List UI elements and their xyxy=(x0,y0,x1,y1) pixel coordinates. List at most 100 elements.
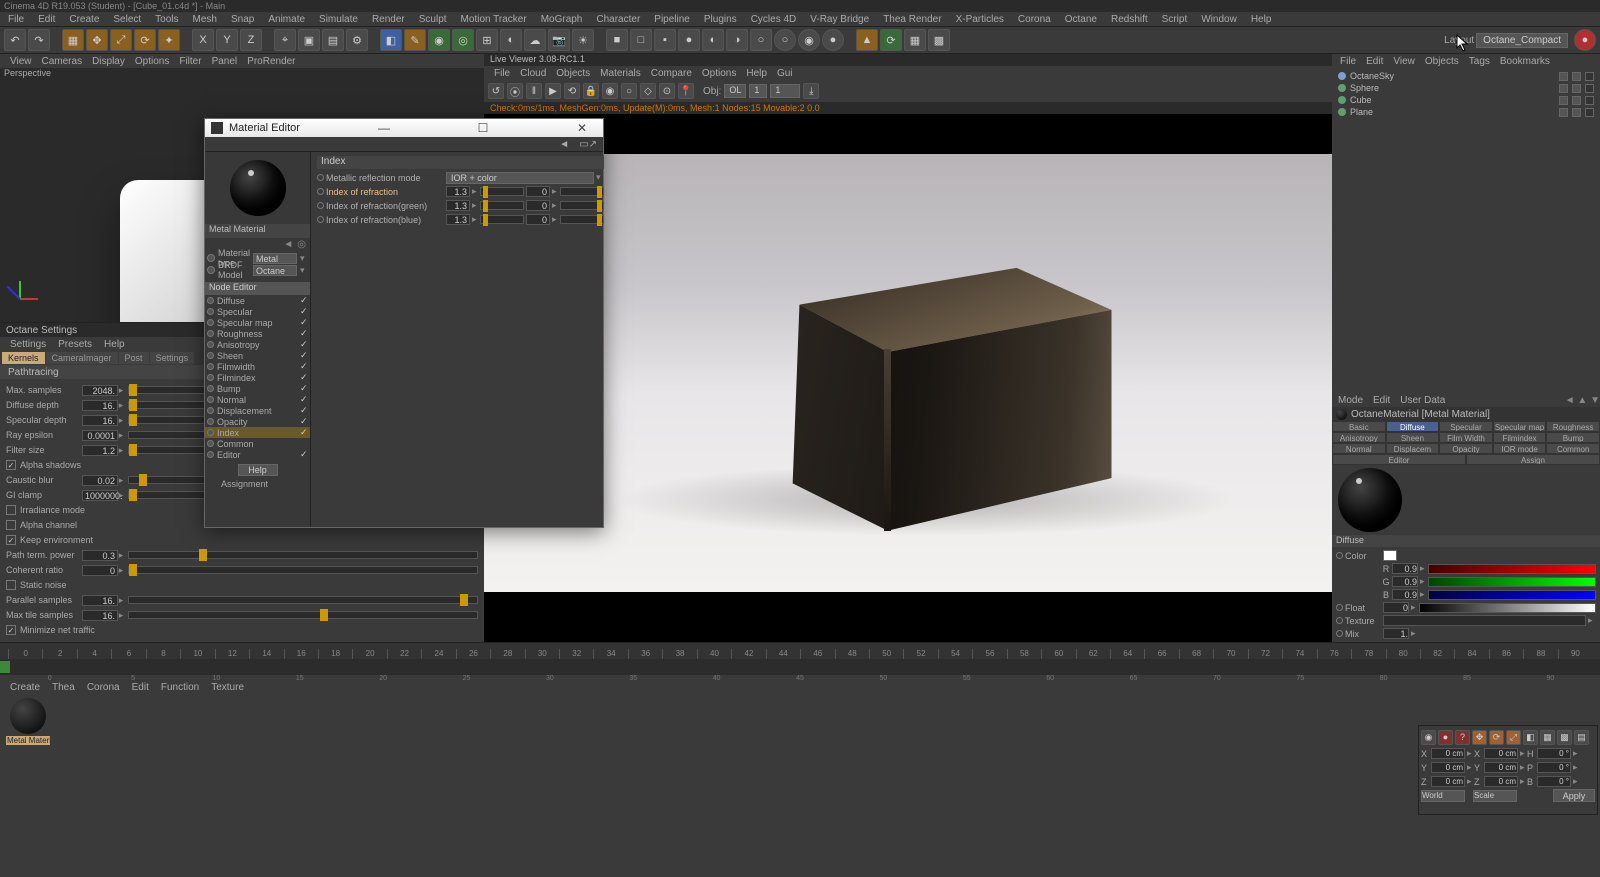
tb-f-icon[interactable]: ◑ xyxy=(726,29,748,51)
apply-button[interactable]: Apply xyxy=(1553,789,1595,802)
menu-edit[interactable]: Edit xyxy=(38,14,55,25)
minimize-button[interactable]: — xyxy=(369,121,399,135)
lv-restart-icon[interactable]: ↺ xyxy=(488,83,504,99)
botmenu-texture[interactable]: Texture xyxy=(211,682,244,693)
render-viewport[interactable] xyxy=(484,114,1332,642)
menu-thea-render[interactable]: Thea Render xyxy=(883,14,941,25)
channel-roughness[interactable]: Roughness✓ xyxy=(205,328,310,339)
texture-slot[interactable] xyxy=(1383,615,1586,626)
coord-val[interactable]: 0 ° xyxy=(1537,776,1571,787)
lvmenu-cloud[interactable]: Cloud xyxy=(520,68,546,79)
material-editor-titlebar[interactable]: Material Editor — ☐ ✕ xyxy=(205,119,603,137)
record-icon[interactable]: ● xyxy=(1574,29,1596,51)
spinner-icon[interactable]: ▸ xyxy=(118,595,124,606)
material-name-label[interactable]: Metal Material xyxy=(205,224,310,238)
obj-tag-icon[interactable] xyxy=(1585,84,1594,93)
menu-snap[interactable]: Snap xyxy=(231,14,254,25)
coord-val[interactable]: 0 ° xyxy=(1537,762,1571,773)
channel-index[interactable]: Index✓ xyxy=(205,427,310,438)
setting-value[interactable]: 16. xyxy=(82,595,118,606)
ior-value2[interactable]: 0 xyxy=(526,214,550,225)
ior-slider-b[interactable] xyxy=(560,201,604,210)
nav-ext-icon[interactable]: ▭↗ xyxy=(579,139,597,150)
redo-icon[interactable]: ↷ xyxy=(28,29,50,51)
tb-i-icon[interactable]: ◉ xyxy=(798,29,820,51)
octtab-cameraimager[interactable]: CameraImager xyxy=(46,352,118,364)
lvmenu-options[interactable]: Options xyxy=(702,68,736,79)
setting-slider[interactable] xyxy=(128,551,478,559)
checkbox[interactable] xyxy=(6,520,16,530)
render-settings-icon[interactable]: ⚙ xyxy=(346,29,368,51)
rgb-value[interactable]: 0.9 xyxy=(1392,589,1418,600)
menu-animate[interactable]: Animate xyxy=(268,14,305,25)
cm10-icon[interactable]: ▤ xyxy=(1574,730,1589,745)
close-button[interactable]: ✕ xyxy=(567,121,597,135)
coord-system-icon[interactable]: ⌖ xyxy=(274,29,296,51)
ior-value[interactable]: 1.3 xyxy=(446,200,470,211)
spinner-icon[interactable]: ▸ xyxy=(118,400,124,411)
ior-slider-b[interactable] xyxy=(560,215,604,224)
menu-octane[interactable]: Octane xyxy=(1065,14,1097,25)
spinner-icon[interactable]: ▸ xyxy=(118,475,124,486)
lvmenu-materials[interactable]: Materials xyxy=(600,68,641,79)
attrtab-basic[interactable]: Basic xyxy=(1332,421,1386,432)
attrtab-specular[interactable]: Specular xyxy=(1439,421,1493,432)
lv-save-icon[interactable]: ⤓ xyxy=(803,83,819,99)
undo-icon[interactable]: ↶ xyxy=(4,29,26,51)
node-editor-button[interactable]: Node Editor xyxy=(205,282,310,295)
timeline[interactable]: 0246810121416182022242628303234363840424… xyxy=(0,642,1600,680)
cm6-icon[interactable]: ⤢ xyxy=(1506,730,1521,745)
channel-filmindex[interactable]: Filmindex✓ xyxy=(205,372,310,383)
coord-val[interactable]: 0 cm xyxy=(1484,762,1518,773)
attrtab-bump[interactable]: Bump xyxy=(1546,432,1600,443)
setting-slider[interactable] xyxy=(128,611,478,619)
nav-back-icon[interactable]: ◄ xyxy=(559,139,569,150)
menu-mograph[interactable]: MoGraph xyxy=(541,14,583,25)
vpmenu-panel[interactable]: Panel xyxy=(212,56,238,67)
playhead[interactable] xyxy=(0,661,10,673)
cm3-icon[interactable]: ? xyxy=(1455,730,1470,745)
material-shelf-item[interactable]: Metal Material xyxy=(6,698,50,745)
lvmenu-file[interactable]: File xyxy=(494,68,510,79)
menu-character[interactable]: Character xyxy=(596,14,640,25)
obj-tag-icon[interactable] xyxy=(1585,108,1594,117)
ior-value[interactable]: 1.3 xyxy=(446,214,470,225)
cm2-icon[interactable]: ● xyxy=(1438,730,1453,745)
ior-value2[interactable]: 0 xyxy=(526,186,550,197)
vpmenu-filter[interactable]: Filter xyxy=(179,56,201,67)
vpmenu-cameras[interactable]: Cameras xyxy=(42,56,83,67)
channel-normal[interactable]: Normal✓ xyxy=(205,394,310,405)
vis-tag2-icon[interactable] xyxy=(1572,96,1581,105)
cm5-icon[interactable]: ⟳ xyxy=(1489,730,1504,745)
lvmenu-help[interactable]: Help xyxy=(746,68,767,79)
rgb-slider[interactable] xyxy=(1428,564,1596,574)
setting-value[interactable]: 1000000. xyxy=(82,490,118,501)
move-icon[interactable]: ✥ xyxy=(86,29,108,51)
attrtab-normal[interactable]: Normal xyxy=(1332,443,1386,454)
timeline-ruler[interactable]: 0246810121416182022242628303234363840424… xyxy=(0,643,1600,659)
attrtab-roughness[interactable]: Roughness xyxy=(1546,421,1600,432)
reflection-mode-select[interactable]: IOR + color xyxy=(446,172,594,184)
z-axis-icon[interactable]: Z xyxy=(240,29,262,51)
setting-value[interactable]: 0.02 xyxy=(82,475,118,486)
menu-sculpt[interactable]: Sculpt xyxy=(419,14,447,25)
rgb-value[interactable]: 0.9 xyxy=(1392,576,1418,587)
back-arrow-icon[interactable]: ◄ xyxy=(283,239,293,250)
octtab-kernels[interactable]: Kernels xyxy=(2,352,45,364)
menu-x-particles[interactable]: X-Particles xyxy=(956,14,1004,25)
attrmenu-user-data[interactable]: User Data xyxy=(1400,395,1445,406)
pen-icon[interactable]: ✎ xyxy=(404,29,426,51)
coord-val[interactable]: 0 cm xyxy=(1431,776,1465,787)
ior-slider-a[interactable] xyxy=(480,201,524,210)
objmenu-edit[interactable]: Edit xyxy=(1366,56,1383,67)
lv-stop-icon[interactable]: ⦿ xyxy=(507,83,523,99)
checkbox[interactable] xyxy=(6,505,16,515)
x-axis-icon[interactable]: X xyxy=(192,29,214,51)
tb-a-icon[interactable]: ■ xyxy=(606,29,628,51)
cm4-icon[interactable]: ✥ xyxy=(1472,730,1487,745)
checkbox[interactable]: ✓ xyxy=(6,625,16,635)
attrtab-displacem[interactable]: Displacem xyxy=(1386,443,1440,454)
tb-m-icon[interactable]: ▦ xyxy=(904,29,926,51)
help-button[interactable]: Help xyxy=(238,464,278,476)
vpmenu-prorender[interactable]: ProRender xyxy=(247,56,295,67)
